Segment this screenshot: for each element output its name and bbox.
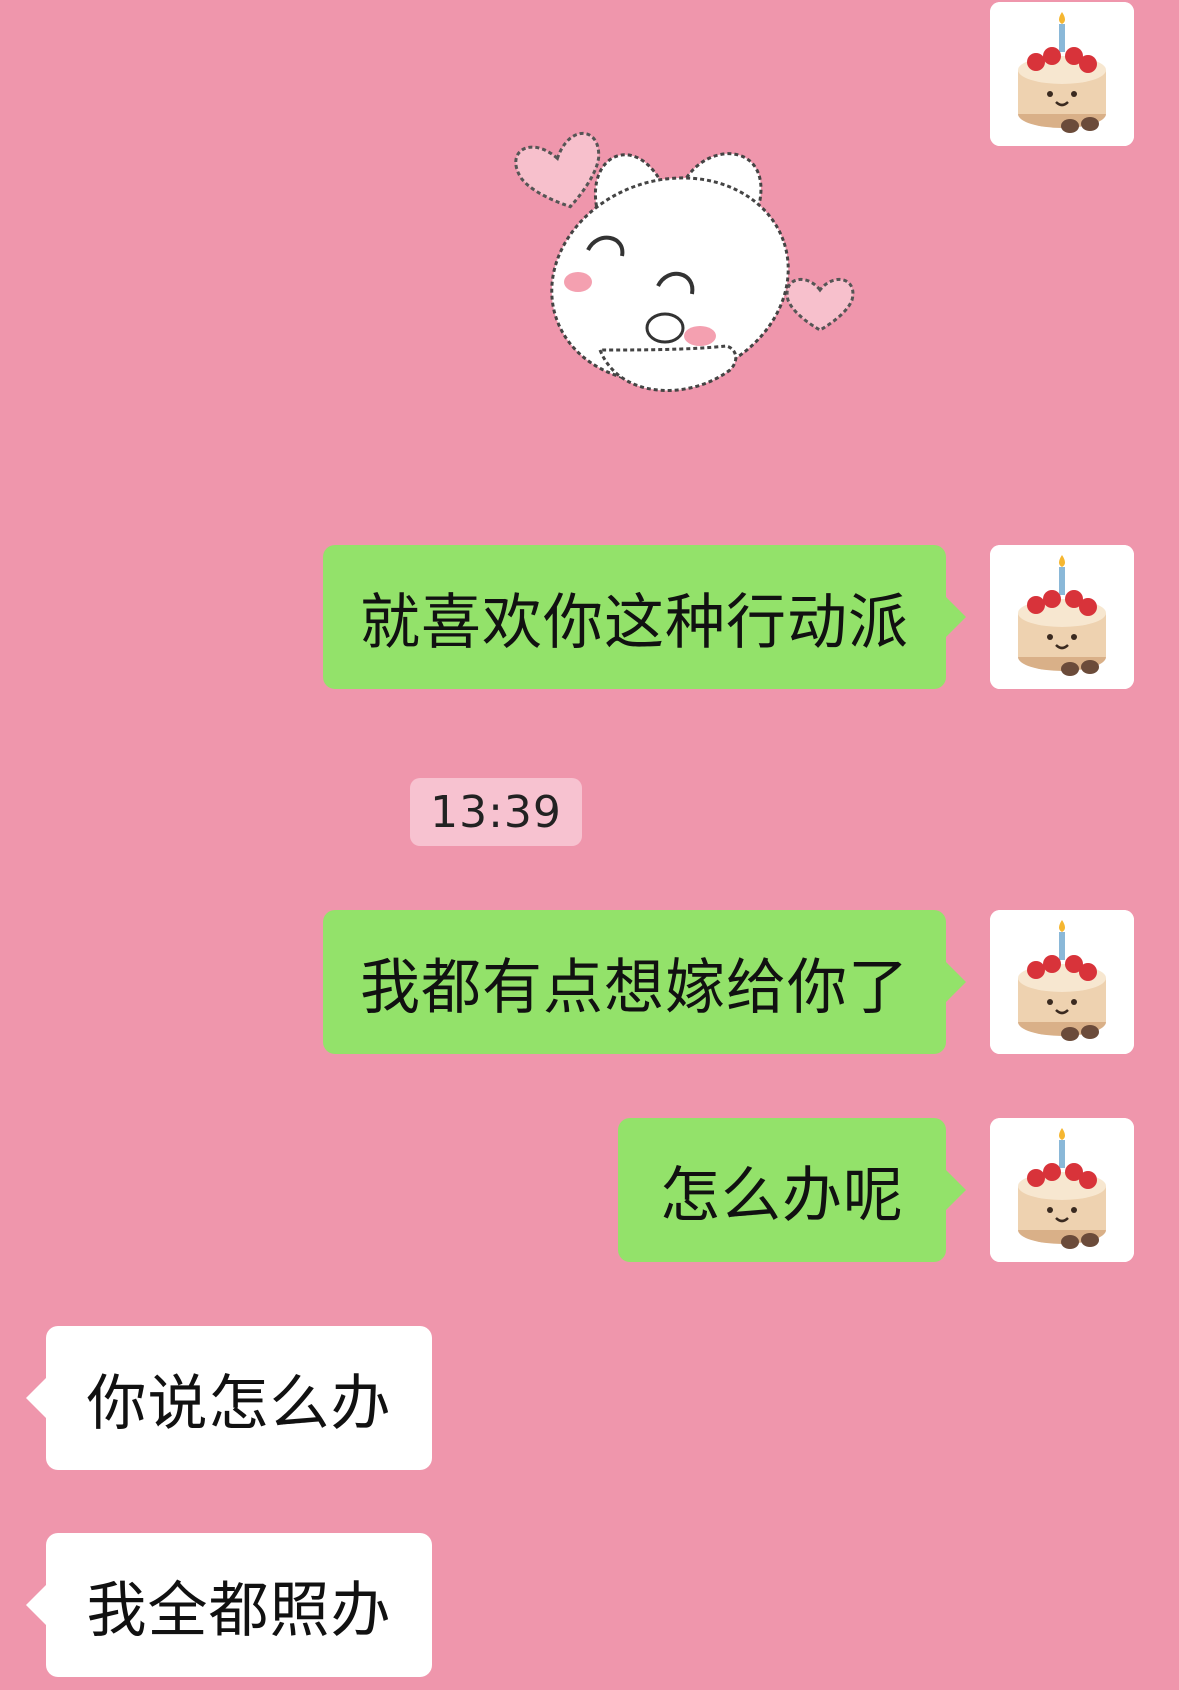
birthday-cake-icon [990,1118,1134,1262]
message-bubble-received[interactable]: 你说怎么办 [26,1326,432,1470]
message-bubble-sent[interactable]: 怎么办呢 [618,1118,966,1262]
message-bubble-sent[interactable]: 我都有点想嫁给你了 [323,910,966,1054]
sender-avatar[interactable] [990,1118,1134,1262]
timestamp-divider: 13:39 [410,778,582,846]
bunny-with-hearts-icon [514,131,855,392]
birthday-cake-icon [990,545,1134,689]
sender-avatar[interactable] [990,2,1134,146]
timestamp-text: 13:39 [430,786,562,838]
message-text: 我都有点想嫁给你了 [360,952,909,1023]
message-text: 你说怎么办 [86,1368,392,1439]
sender-avatar[interactable] [990,910,1134,1054]
message-text: 怎么办呢 [660,1160,904,1231]
message-bubble-sent[interactable]: 就喜欢你这种行动派 [323,545,966,689]
bunny-sticker[interactable] [490,100,930,430]
birthday-cake-icon [990,910,1134,1054]
birthday-cake-icon [990,2,1134,146]
message-text: 我全都照办 [86,1575,392,1646]
sender-avatar[interactable] [990,545,1134,689]
message-bubble-received[interactable]: 我全都照办 [26,1533,432,1677]
message-text: 就喜欢你这种行动派 [360,587,909,658]
